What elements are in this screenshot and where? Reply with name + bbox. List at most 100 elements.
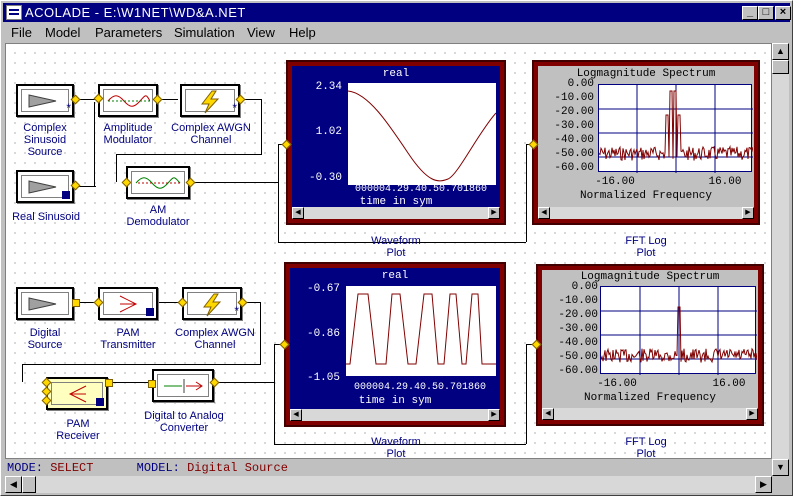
y-tick: -40.00	[554, 134, 594, 146]
menu-simulation[interactable]: Simulation	[174, 25, 235, 40]
source-triangle-icon	[28, 297, 57, 311]
y-tick: -10.00	[558, 295, 598, 307]
minimize-button[interactable]: _	[742, 6, 758, 20]
block-label: Amplitude Modulator	[103, 122, 153, 146]
menu-help[interactable]: Help	[289, 25, 316, 40]
y-tick: 2.34	[315, 81, 342, 93]
x-label: time in sym	[358, 395, 432, 407]
fft-plot-1[interactable]: Logmagnitude Spectrum 0.00 -10.00 -20.00…	[532, 60, 760, 225]
scroll-thumb[interactable]	[22, 476, 36, 493]
x-ticks: 000004.29.40.50.701860	[353, 382, 487, 393]
plot-caption: FFT Log Plot	[625, 235, 667, 259]
block-label: Real Sinusoid	[12, 211, 80, 223]
complex-awgn-channel-block[interactable]: *	[182, 287, 242, 320]
y-tick: -30.00	[558, 323, 598, 335]
scroll-left-icon[interactable]: ◀	[290, 409, 302, 421]
real-sinusoid-block[interactable]	[16, 170, 74, 203]
dac-icon	[164, 379, 203, 393]
scroll-right-icon[interactable]: ▶	[488, 409, 500, 421]
scroll-down-icon[interactable]: ▼	[772, 459, 789, 476]
y-tick: -60.00	[558, 365, 598, 377]
digital-source-block[interactable]	[16, 287, 74, 320]
diagram-canvas[interactable]: * Complex Sinusoid Source Real Sinusoid …	[5, 43, 772, 459]
block-label: Complex AWGN Channel	[171, 122, 251, 146]
plot-caption: FFT Log Plot	[625, 436, 667, 459]
y-tick: -10.00	[554, 92, 594, 104]
horizontal-scrollbar[interactable]: ◀ ▶	[5, 476, 772, 493]
scroll-up-icon[interactable]: ▲	[772, 43, 789, 60]
x-label: Normalized Frequency	[579, 190, 713, 202]
scroll-left-icon[interactable]: ◀	[542, 408, 554, 420]
status-bar: MODE: SELECT MODEL: Digital Source	[7, 461, 288, 475]
am-demodulator-block[interactable]	[126, 166, 190, 199]
wire	[260, 302, 261, 364]
block-label: Complex AWGN Channel	[175, 327, 255, 351]
asterisk-icon: *	[232, 101, 237, 115]
grid-icon	[62, 191, 70, 199]
scroll-left-icon[interactable]: ◀	[5, 476, 22, 493]
y-tick: -50.00	[554, 148, 594, 160]
wire	[214, 382, 274, 383]
waveform-trace	[347, 90, 497, 182]
pam-receiver-block[interactable]	[46, 377, 108, 410]
demodulator-icon	[135, 177, 181, 189]
title-bar[interactable]: ACOLADE - E:\W1NET\WD&A.NET _ □ ×	[3, 3, 791, 22]
wire	[22, 364, 261, 365]
block-label: PAM Transmitter	[100, 327, 156, 351]
plot-caption: Waveform Plot	[371, 436, 421, 459]
wire	[261, 99, 262, 154]
complex-awgn-channel-block[interactable]: *	[180, 84, 240, 117]
vertical-scrollbar[interactable]: ▲ ▼	[772, 43, 789, 476]
x-tick: 16.00	[708, 176, 742, 188]
output-port[interactable]	[72, 299, 80, 307]
plot-scrollbar[interactable]: ◀ ▶	[290, 409, 500, 421]
y-tick: -60.00	[554, 162, 594, 174]
plot-scrollbar[interactable]: ◀ ▶	[292, 207, 500, 219]
wire	[116, 154, 117, 182]
complex-sinusoid-block[interactable]: *	[16, 84, 74, 117]
wire	[108, 382, 152, 383]
waveform-plot-2[interactable]: real -0.67 -0.86 -1.05 000004.29.40.50.7…	[284, 262, 506, 427]
plot-title: real	[382, 68, 410, 80]
block-label: AM Demodulator	[126, 204, 190, 228]
close-button[interactable]: ×	[775, 6, 791, 20]
scroll-right-icon[interactable]: ▶	[488, 207, 500, 219]
plot-scrollbar[interactable]: ◀ ▶	[538, 207, 754, 219]
dac-block[interactable]	[152, 369, 214, 402]
source-triangle-icon	[28, 94, 57, 108]
x-label: Normalized Frequency	[583, 392, 717, 404]
y-tick: -0.86	[306, 328, 340, 340]
plot-scrollbar[interactable]: ◀ ▶	[542, 408, 758, 420]
scroll-thumb[interactable]	[772, 60, 789, 74]
scroll-right-icon[interactable]: ▶	[746, 408, 758, 420]
y-tick: -40.00	[558, 337, 598, 349]
spectrum-trace	[600, 287, 758, 375]
wire	[274, 344, 275, 444]
grid-icon	[96, 398, 104, 406]
maximize-button[interactable]: □	[758, 6, 774, 20]
plot-area	[600, 286, 758, 375]
y-tick: -20.00	[554, 106, 594, 118]
scroll-left-icon[interactable]: ◀	[292, 207, 304, 219]
input-port[interactable]	[148, 380, 156, 388]
scroll-right-icon[interactable]: ▶	[742, 207, 754, 219]
block-label: Complex Sinusoid Source	[23, 122, 67, 158]
wire	[22, 364, 23, 382]
x-tick: -16.00	[595, 176, 635, 188]
mode-value: SELECT	[50, 461, 94, 475]
waveform-plot-1[interactable]: real 2.34 1.02 -0.30 000004.29.40.50.701…	[286, 60, 506, 225]
model-label: MODEL:	[136, 461, 180, 475]
y-tick: -20.00	[558, 309, 598, 321]
scroll-right-icon[interactable]: ▶	[755, 476, 772, 493]
fft-plot-2[interactable]: Logmagnitude Spectrum 0.00 -10.00 -20.00…	[536, 264, 764, 426]
pam-transmitter-block[interactable]	[98, 287, 158, 320]
output-port[interactable]	[105, 379, 113, 387]
menu-parameters[interactable]: Parameters	[95, 25, 162, 40]
menu-model[interactable]: Model	[45, 25, 80, 40]
wire	[278, 182, 279, 242]
menu-file[interactable]: File	[11, 25, 32, 40]
amplitude-modulator-block[interactable]	[98, 84, 158, 117]
app-icon[interactable]	[6, 5, 22, 20]
menu-view[interactable]: View	[247, 25, 275, 40]
scroll-left-icon[interactable]: ◀	[538, 207, 550, 219]
